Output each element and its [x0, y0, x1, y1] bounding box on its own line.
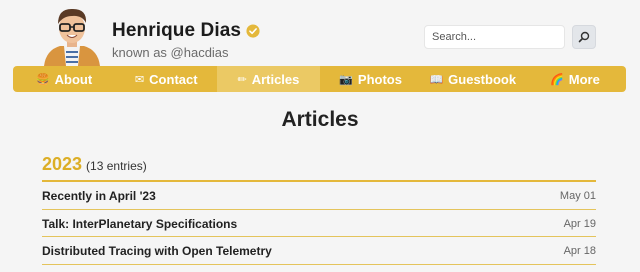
profile-name[interactable]: Henrique Dias [112, 20, 241, 42]
nav-item-about[interactable]: 🍔 About [13, 66, 115, 92]
book-icon: 📖 [429, 72, 444, 86]
article-date: Apr 19 [563, 217, 596, 230]
profile-block: Henrique Dias known as @hacdias [112, 20, 260, 60]
article-row[interactable]: Recently in April '23 May 01 [42, 182, 596, 209]
nav-item-label: More [568, 71, 600, 87]
nav-item-label: Contact [149, 71, 198, 87]
nav-item-more[interactable]: 🌈 More [524, 66, 626, 92]
article-date: May 01 [559, 189, 596, 202]
article-row[interactable]: Distributed Tracing with Open Telemetry … [42, 237, 596, 264]
nav-item-label: About [54, 71, 93, 87]
burger-icon: 🍔 [35, 72, 50, 86]
article-title[interactable]: Recently in April '23 [42, 189, 156, 203]
nav-item-label: Photos [357, 71, 402, 87]
row-divider [42, 264, 596, 265]
main-nav: 🍔 About ✉ Contact ✏ Articles 📷 Photos 📖 … [13, 66, 626, 92]
nav-item-label: Guestbook [448, 71, 517, 87]
page-title: Articles [281, 108, 359, 131]
site-header: Henrique Dias known as @hacdias [0, 0, 640, 66]
rainbow-icon: 🌈 [550, 72, 564, 86]
verified-badge-icon [246, 24, 260, 38]
search-input[interactable] [424, 25, 565, 49]
search-icon [578, 31, 590, 43]
profile-handle: known as @hacdias [112, 45, 229, 60]
avatar-illustration [44, 8, 100, 66]
pencil-icon: ✏ [237, 72, 247, 86]
nav-item-photos[interactable]: 📷 Photos [320, 66, 422, 92]
article-title[interactable]: Distributed Tracing with Open Telemetry [42, 244, 272, 258]
search-button[interactable] [572, 25, 596, 49]
article-row[interactable]: Talk: InterPlanetary Specifications Apr … [42, 210, 596, 237]
entries-count: (13 entries) [86, 159, 147, 173]
article-date: Apr 18 [563, 244, 596, 257]
envelope-icon: ✉ [134, 72, 145, 86]
article-title[interactable]: Talk: InterPlanetary Specifications [42, 217, 237, 231]
year-label: 2023 [42, 154, 83, 174]
year-heading: 2023 (13 entries) [42, 154, 147, 175]
nav-item-label: Articles [251, 71, 300, 87]
nav-item-articles[interactable]: ✏ Articles [217, 66, 320, 92]
avatar[interactable] [40, 6, 104, 66]
nav-item-contact[interactable]: ✉ Contact [115, 66, 217, 92]
nav-item-guestbook[interactable]: 📖 Guestbook [422, 66, 524, 92]
camera-icon: 📷 [339, 72, 353, 86]
